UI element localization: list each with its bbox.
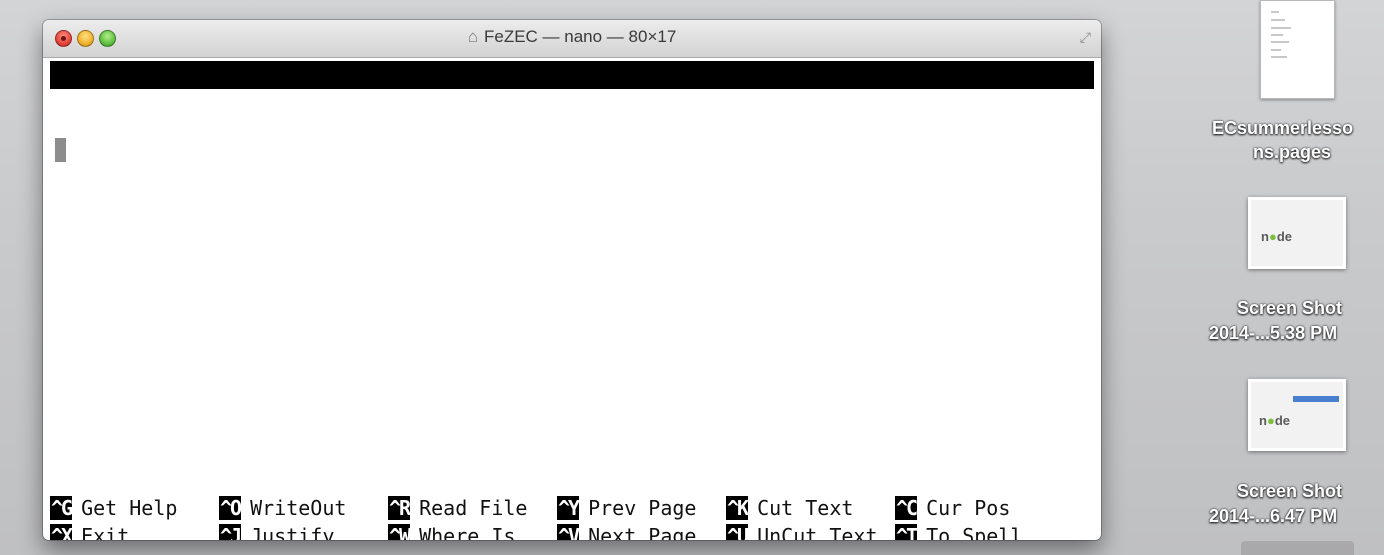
shortcut-row-2: ^X Exit ^J Justify ^W Where Is ^V Next Page …	[50, 522, 1022, 540]
shortcut-label: Exit	[81, 524, 130, 540]
desktop-label-line1: ECsummerlesso	[1212, 118, 1354, 138]
nano-version: GNU nano 2.0.6	[77, 91, 246, 115]
shortcut-label: WriteOut	[250, 496, 347, 520]
shortcut-key: ^C	[895, 496, 918, 520]
terminal-content[interactable]: GNU nano 2.0.6 File: /Users/FeZEC/.bash_…	[50, 59, 1094, 540]
title-bar[interactable]: ⌂ FeZEC — nano — 80×17 ⤢	[43, 20, 1101, 58]
shortcut-next-page: ^V Next Page	[557, 522, 696, 540]
shortcut-label: Get Help	[81, 496, 178, 520]
nano-header: GNU nano 2.0.6 File: /Users/FeZEC/.bash_…	[50, 61, 1094, 143]
desktop-label-line1: Screen Shot	[1237, 298, 1343, 318]
shortcut-key: ^R	[388, 496, 411, 520]
shortcut-key: ^O	[219, 496, 242, 520]
desktop-label-line2: 2014-...6.47 PM	[1209, 506, 1338, 526]
shortcut-get-help: ^G Get Help	[50, 494, 177, 522]
home-icon: ⌂	[467, 27, 478, 46]
shortcut-key: ^W	[388, 524, 411, 540]
shortcut-label: UnCut Text	[757, 524, 878, 540]
node-logo: n●de	[1259, 413, 1290, 428]
window-title: ⌂ FeZEC — nano — 80×17	[43, 27, 1101, 47]
document-icon[interactable]	[1260, 0, 1335, 99]
shortcut-prev-page: ^Y Prev Page	[557, 494, 696, 522]
shortcut-justify: ^J Justify	[219, 522, 334, 540]
nano-file-path: File: /Users/FeZEC/.bash_profile	[371, 119, 757, 143]
shortcut-label: Justify	[250, 524, 335, 540]
shortcut-label: Cur Pos	[926, 496, 1011, 520]
screenshot-thumbnail[interactable]: n●de	[1248, 197, 1346, 269]
shortcut-row-1: ^G Get Help ^O WriteOut ^R Read File ^Y Prev…	[50, 494, 1010, 522]
shortcut-label: Prev Page	[588, 496, 697, 520]
fullscreen-icon[interactable]: ⤢	[1080, 29, 1091, 46]
terminal-window: ⌂ FeZEC — nano — 80×17 ⤢ GNU nano 2.0.6 F…	[43, 20, 1101, 540]
shortcut-label: To Spell	[926, 524, 1023, 540]
shortcut-cur-pos: ^C Cur Pos	[895, 494, 1010, 522]
shortcut-key: ^X	[50, 524, 73, 540]
text-cursor	[55, 138, 66, 162]
screenshot-thumbnail[interactable]: n●de	[1248, 379, 1346, 451]
shortcut-label: Where Is	[419, 524, 516, 540]
desktop-label-line2: ns.pages	[1253, 142, 1332, 162]
shortcut-key: ^T	[895, 524, 918, 540]
shortcut-label: Cut Text	[757, 496, 854, 520]
shortcut-key: ^J	[219, 524, 242, 540]
desktop-label-line1: Screen Shot	[1237, 481, 1343, 501]
shortcut-key: ^Y	[557, 496, 580, 520]
window-title-text: FeZEC — nano — 80×17	[483, 27, 677, 46]
shortcut-key: ^G	[50, 496, 73, 520]
partial-desktop-item	[1241, 541, 1354, 555]
shortcut-cut-text: ^K Cut Text	[726, 494, 853, 522]
desktop-label-line2: 2014-...5.38 PM	[1209, 323, 1338, 343]
shortcut-writeout: ^O WriteOut	[219, 494, 346, 522]
shortcut-label: Read File	[419, 496, 528, 520]
node-logo: n●de	[1261, 229, 1292, 244]
shortcut-key: ^K	[726, 496, 749, 520]
shortcut-read-file: ^R Read File	[388, 494, 527, 522]
shortcut-to-spell: ^T To Spell	[895, 522, 1022, 540]
shortcut-key: ^U	[726, 524, 749, 540]
shortcut-exit: ^X Exit	[50, 522, 129, 540]
shortcut-label: Next Page	[588, 524, 697, 540]
shortcut-key: ^V	[557, 524, 580, 540]
selected-row	[1293, 396, 1339, 402]
shortcut-where-is: ^W Where Is	[388, 522, 515, 540]
shortcut-uncut-text: ^U UnCut Text	[726, 522, 878, 540]
